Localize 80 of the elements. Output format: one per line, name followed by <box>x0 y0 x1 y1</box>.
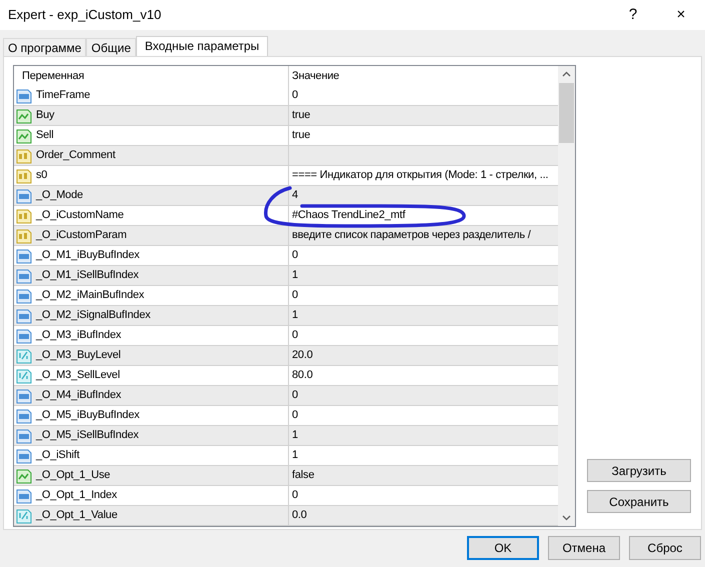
parameter-value[interactable]: true <box>292 110 310 121</box>
string-type-icon <box>16 228 32 244</box>
double-type-icon <box>16 348 32 364</box>
parameter-value[interactable]: 1 <box>292 430 298 441</box>
parameter-name: _O_iShift <box>36 450 80 461</box>
scrollbar-thumb[interactable] <box>559 83 574 143</box>
tab[interactable]: Общие <box>86 38 136 56</box>
int-type-icon <box>16 188 32 204</box>
close-button[interactable]: × <box>657 0 705 30</box>
side-button[interactable]: Сохранить <box>587 490 691 513</box>
help-button[interactable]: ? <box>609 0 657 30</box>
parameter-name: _O_iCustomParam <box>36 230 127 241</box>
parameter-value[interactable]: 0 <box>292 410 298 421</box>
parameter-name: _O_Opt_1_Use <box>36 470 110 481</box>
parameter-name: _O_M1_iSellBufIndex <box>36 270 139 281</box>
bool-type-icon <box>16 468 32 484</box>
parameter-value[interactable]: 0 <box>292 290 298 301</box>
bool-type-icon <box>16 108 32 124</box>
column-header: Значение <box>292 70 340 82</box>
tab[interactable]: Входные параметры <box>136 36 268 56</box>
int-type-icon <box>16 268 32 284</box>
int-type-icon <box>16 308 32 324</box>
parameter-value[interactable]: 0 <box>292 390 298 401</box>
side-button[interactable]: Загрузить <box>587 459 691 482</box>
parameter-value[interactable]: false <box>292 470 314 481</box>
parameter-value[interactable]: 0.0 <box>292 510 307 521</box>
parameter-value[interactable]: 1 <box>292 450 298 461</box>
parameter-name: _O_Mode <box>36 190 83 201</box>
parameter-name: _O_M3_iBufIndex <box>36 330 122 341</box>
int-type-icon <box>16 428 32 444</box>
parameter-name: _O_Opt_1_Index <box>36 490 117 501</box>
parameter-value[interactable]: 4 <box>292 190 298 201</box>
double-type-icon <box>16 368 32 384</box>
int-type-icon <box>16 288 32 304</box>
parameter-name: s0 <box>36 170 48 181</box>
parameter-name: _O_M5_iSellBufIndex <box>36 430 139 441</box>
parameter-value[interactable]: 0 <box>292 330 298 341</box>
column-header: Переменная <box>22 70 84 82</box>
parameter-value[interactable]: 1 <box>292 270 298 281</box>
parameter-name: _O_M3_SellLevel <box>36 370 120 381</box>
dialog-button[interactable]: Сброс <box>629 536 701 560</box>
parameter-value[interactable]: 1 <box>292 310 298 321</box>
parameter-name: _O_M2_iMainBufIndex <box>36 290 144 301</box>
int-type-icon <box>16 248 32 264</box>
parameter-value[interactable]: введите список параметров через разделитель / <box>292 230 531 241</box>
parameter-value[interactable]: 0 <box>292 490 298 501</box>
window-title: Expert - exp_iCustom_v10 <box>8 6 162 24</box>
scrollbar[interactable] <box>558 66 575 526</box>
parameter-value[interactable]: 80.0 <box>292 370 313 381</box>
parameter-value[interactable]: #Chaos TrendLine2_mtf <box>292 210 406 221</box>
string-type-icon <box>16 208 32 224</box>
parameter-name: _O_M1_iBuyBufIndex <box>36 250 140 261</box>
parameter-name: _O_M4_iBufIndex <box>36 390 122 401</box>
tab[interactable]: О программе <box>3 38 86 56</box>
string-type-icon <box>16 148 32 164</box>
int-type-icon <box>16 88 32 104</box>
parameter-name: TimeFrame <box>36 90 90 101</box>
dialog-button[interactable]: OK <box>467 536 539 560</box>
parameter-value[interactable]: 20.0 <box>292 350 313 361</box>
int-type-icon <box>16 328 32 344</box>
bool-type-icon <box>16 128 32 144</box>
parameter-name: Buy <box>36 110 54 121</box>
parameter-name: _O_Opt_1_Value <box>36 510 118 521</box>
int-type-icon <box>16 388 32 404</box>
parameter-value[interactable]: 0 <box>292 250 298 261</box>
int-type-icon <box>16 488 32 504</box>
parameter-name: _O_M2_iSignalBufIndex <box>36 310 150 321</box>
int-type-icon <box>16 448 32 464</box>
dialog-button[interactable]: Отмена <box>548 536 620 560</box>
parameter-name: Order_Comment <box>36 150 116 161</box>
parameter-name: _O_M3_BuyLevel <box>36 350 121 361</box>
parameter-name: _O_iCustomName <box>36 210 124 221</box>
parameter-value[interactable]: 0 <box>292 90 298 101</box>
double-type-icon <box>16 508 32 524</box>
string-type-icon <box>16 168 32 184</box>
int-type-icon <box>16 408 32 424</box>
parameter-name: Sell <box>36 130 54 141</box>
parameter-value[interactable]: ==== Индикатор для открытия (Mode: 1 - стрелки, ... <box>292 170 548 181</box>
parameter-name: _O_M5_iBuyBufIndex <box>36 410 140 421</box>
parameter-value[interactable]: true <box>292 130 310 141</box>
